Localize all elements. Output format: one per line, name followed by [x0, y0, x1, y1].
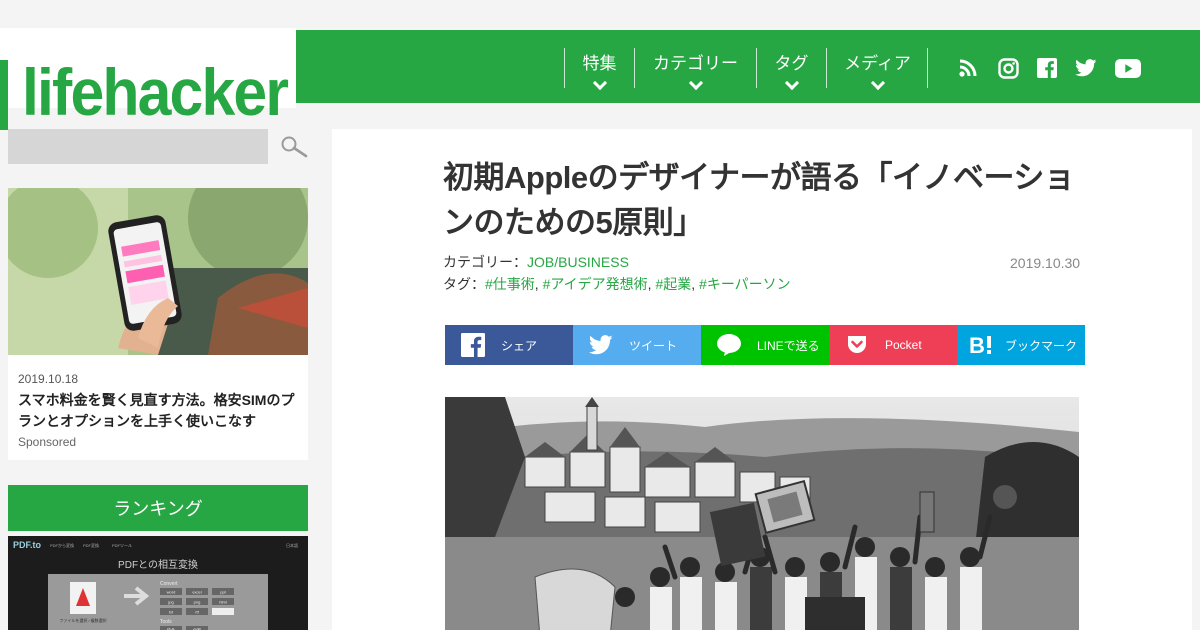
article-hero-image: [445, 397, 1079, 630]
site-logo[interactable]: lifehacker: [22, 52, 289, 132]
nav-label: カテゴリー: [653, 54, 738, 73]
nav-label: タグ: [774, 54, 809, 73]
ad-title[interactable]: スマホ料金を賢く見直す方法。格安SIMのプランとオプションを上手く使いこなす: [18, 390, 303, 432]
share-label: ツイート: [629, 338, 678, 353]
tag-link[interactable]: #アイデア発想術: [543, 276, 648, 292]
chevron-down-icon: [870, 75, 885, 91]
ranking-heading: ランキング: [8, 485, 308, 531]
sponsored-article-card[interactable]: 2019.10.18 スマホ料金を賢く見直す方法。格安SIMのプランとオプション…: [8, 188, 308, 460]
article-category: カテゴリー：JOB/BUSINESS: [443, 252, 629, 272]
ad-date: 2019.10.18: [18, 372, 79, 386]
thumb-tool-button: 分割: [193, 627, 201, 630]
share-label: シェア: [501, 338, 538, 353]
search-icon: [281, 136, 308, 158]
logo-container[interactable]: lifehacker: [0, 28, 296, 130]
thumb-menu-item: PDFから変換: [50, 542, 74, 548]
rss-icon[interactable]: [956, 57, 980, 79]
article-title: 初期Appleのデザイナーが語る「イノベーションのための5原則」: [443, 160, 1075, 240]
ranking-thumbnail[interactable]: PDF.to PDFから変換 PDF変換 PDFツール 日本語 PDFとの相互変…: [8, 536, 308, 630]
thumb-tools-label: Tools: [160, 619, 172, 625]
line-share-button[interactable]: LINEで送る: [701, 325, 829, 365]
chevron-down-icon: [784, 75, 799, 91]
category-label: カテゴリー：: [443, 254, 527, 270]
pocket-share-button[interactable]: Pocket: [829, 325, 957, 365]
line-icon: [701, 333, 757, 357]
nav-item-category[interactable]: カテゴリー: [634, 48, 756, 91]
nav-item-tags[interactable]: タグ: [756, 48, 826, 91]
instagram-icon[interactable]: [996, 57, 1020, 79]
share-label: Pocket: [885, 338, 922, 352]
thumb-convert-button: png: [194, 600, 201, 605]
tags-label: タグ：: [443, 276, 485, 292]
category-link[interactable]: JOB/BUSINESS: [527, 254, 629, 270]
thumb-tool-button: 結合: [167, 627, 175, 630]
nav-divider: [927, 48, 928, 88]
thumb-file-caption: ファイルを選択 / 複数選択: [59, 617, 106, 623]
nav-label: メディア: [844, 54, 911, 73]
tag-link[interactable]: #キーパーソン: [699, 276, 791, 292]
facebook-icon: [445, 333, 501, 357]
tag-link[interactable]: #起業: [655, 276, 691, 292]
twitter-icon: [573, 335, 629, 355]
thumb-logo: PDF.to: [13, 540, 42, 550]
hatena-bookmark-button[interactable]: B ブックマーク: [957, 325, 1085, 365]
search-button[interactable]: [280, 135, 310, 161]
twitter-share-button[interactable]: ツイート: [573, 325, 701, 365]
tag-link[interactable]: #仕事術: [485, 276, 535, 292]
thumb-language: 日本語: [286, 542, 298, 548]
share-label: ブックマーク: [1005, 338, 1078, 353]
chevron-down-icon: [592, 75, 607, 91]
main-navbar: 特集 カテゴリー タグ メディア: [296, 30, 1200, 103]
nav-item-media[interactable]: メディア: [826, 48, 928, 91]
logo-accent-bar: [0, 60, 8, 130]
thumb-convert-button: word: [167, 590, 176, 595]
hatena-bookmark-icon: B: [957, 334, 1005, 356]
ad-thumbnail[interactable]: [8, 188, 308, 355]
thumb-convert-button: excel: [192, 590, 201, 595]
article-tags: タグ：#仕事術, #アイデア発想術, #起業, #キーパーソン: [443, 276, 791, 292]
sponsored-label: Sponsored: [18, 435, 77, 449]
thumb-heading: PDFとの相互変換: [118, 558, 198, 571]
thumb-convert-button: jpg: [167, 600, 173, 605]
share-buttons: シェア ツイート LINEで送る Pocket B ブックマーク: [445, 325, 1085, 365]
thumb-menu-item: PDFツール: [112, 543, 132, 548]
twitter-icon[interactable]: [1074, 57, 1098, 79]
search-input[interactable]: [8, 129, 268, 164]
svg-text:B: B: [969, 334, 985, 356]
nav-label: 特集: [582, 54, 617, 73]
publish-date: 2019.10.30: [1010, 255, 1081, 271]
thumb-convert-button: html: [219, 600, 227, 605]
share-label: LINEで送る: [757, 338, 820, 353]
pocket-icon: [829, 334, 885, 356]
page: lifehacker 特集 カテゴリー タグ メディア 2019.10.18 ス…: [0, 0, 1200, 630]
youtube-icon[interactable]: [1114, 57, 1142, 79]
nav-item-features[interactable]: 特集: [564, 48, 634, 91]
facebook-icon[interactable]: [1035, 57, 1059, 79]
thumb-convert-button: ppt: [220, 590, 226, 595]
facebook-share-button[interactable]: シェア: [445, 325, 573, 365]
thumb-convert-label: Convert: [160, 581, 178, 587]
chevron-down-icon: [688, 75, 703, 91]
thumb-menu-item: PDF変換: [83, 542, 99, 548]
